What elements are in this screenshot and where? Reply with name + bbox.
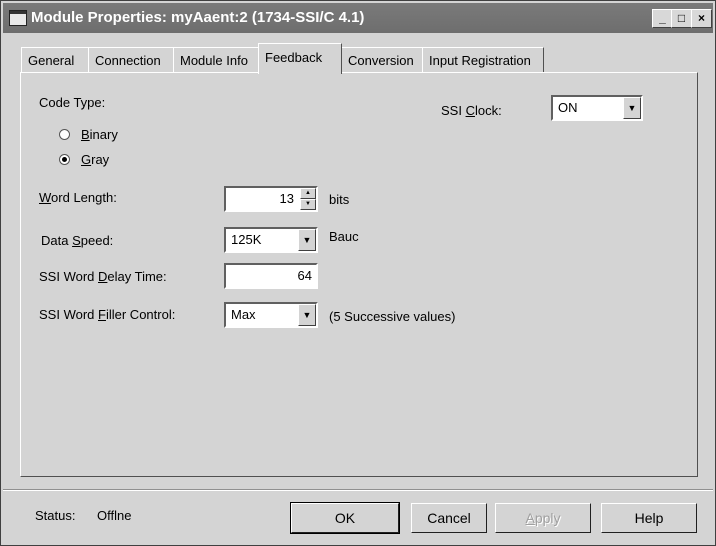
window-title: Module Properties: myAaent:2 (1734-SSI/C… [31, 9, 365, 26]
minimize-button[interactable]: _ [652, 9, 673, 28]
window-icon [9, 10, 27, 26]
cancel-button[interactable]: Cancel [411, 503, 487, 533]
data-speed-value: 125K [231, 232, 262, 247]
apply-button[interactable]: Apply [495, 503, 591, 533]
binary-radio-label[interactable]: Binary [81, 127, 118, 142]
data-speed-label: Data Speed: [41, 233, 114, 248]
filler-control-note: (5 Successive values) [329, 309, 456, 324]
word-length-unit: bits [329, 192, 350, 207]
binary-radio[interactable] [59, 129, 70, 140]
ok-button[interactable]: OK [290, 502, 400, 534]
word-length-label: Word Length: [39, 190, 117, 205]
ssi-clock-select[interactable]: ON ▼ [551, 95, 643, 121]
data-speed-select[interactable]: 125K ▼ [224, 227, 318, 253]
tab-module-info[interactable]: Module Info [173, 47, 259, 72]
footer-divider [3, 489, 713, 491]
filler-control-select[interactable]: Max ▼ [224, 302, 318, 328]
tab-conversion[interactable]: Conversion [341, 47, 423, 72]
maximize-button[interactable]: □ [671, 9, 692, 28]
data-speed-unit: Bauc [329, 229, 359, 244]
ssi-clock-value: ON [558, 100, 578, 115]
word-length-stepper[interactable]: 13 ▲ ▼ [224, 186, 318, 212]
help-button[interactable]: Help [601, 503, 697, 533]
status-label: Status: [35, 508, 76, 523]
spin-buttons[interactable]: ▲ ▼ [300, 188, 316, 210]
gray-radio[interactable] [59, 154, 70, 165]
delay-time-input[interactable]: 64 [224, 263, 318, 289]
chevron-down-icon[interactable]: ▼ [298, 229, 316, 251]
delay-time-value: 64 [297, 268, 312, 283]
close-button[interactable]: × [691, 9, 712, 28]
tab-connection[interactable]: Connection [88, 47, 174, 72]
filler-control-label: SSI Word Filler Control: [39, 307, 176, 322]
spin-down-icon[interactable]: ▼ [300, 199, 316, 210]
chevron-down-icon[interactable]: ▼ [298, 304, 316, 326]
filler-control-value: Max [231, 307, 256, 322]
module-properties-dialog: Module Properties: myAaent:2 (1734-SSI/C… [0, 0, 716, 546]
chevron-down-icon[interactable]: ▼ [623, 97, 641, 119]
title-bar[interactable]: Module Properties: myAaent:2 (1734-SSI/C… [3, 3, 713, 33]
tab-feedback[interactable]: Feedback [258, 43, 342, 74]
status-value: Offlne [97, 508, 132, 523]
word-length-value: 13 [279, 191, 294, 206]
tab-input-registration[interactable]: Input Registration [422, 47, 544, 72]
spin-up-icon[interactable]: ▲ [300, 188, 316, 199]
tab-general[interactable]: General [21, 47, 89, 72]
gray-radio-label[interactable]: Gray [81, 152, 109, 167]
ssi-clock-label: SSI Clock: [441, 103, 502, 118]
code-type-label: Code Type: [39, 95, 106, 110]
delay-time-label: SSI Word Delay Time: [39, 269, 167, 284]
